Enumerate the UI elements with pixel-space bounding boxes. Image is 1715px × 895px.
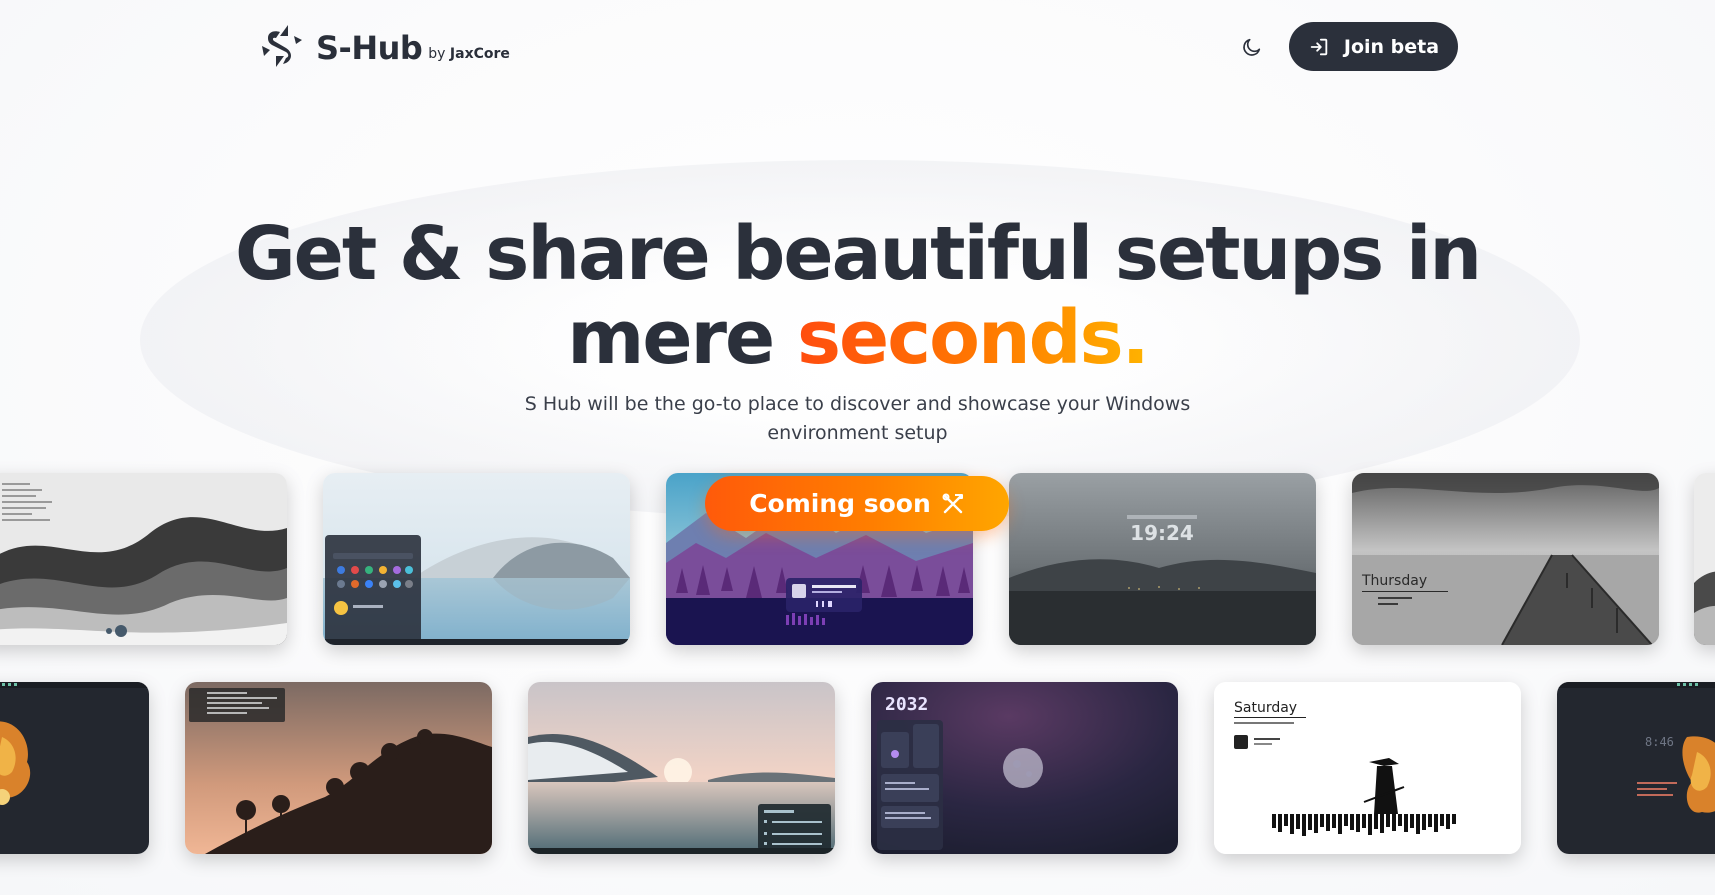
setup-card-foggy-clock[interactable]: 19:24 [1009, 473, 1316, 645]
theme-toggle-button[interactable] [1237, 32, 1267, 62]
setup-card-sunset-hill[interactable] [185, 682, 492, 854]
tools-icon [942, 493, 963, 513]
setup-thumbnail [323, 473, 630, 645]
setup-thumbnail: Saturday [1214, 682, 1521, 854]
pier-day-label: Thursday [1361, 573, 1427, 589]
samurai-day-label: Saturday [1234, 700, 1297, 716]
setup-thumbnail [528, 682, 835, 854]
setup-thumbnail: 19:24 [1009, 473, 1316, 645]
setup-card-edge-partial[interactable] [1694, 473, 1715, 645]
foggy-clock-time: 19:24 [1130, 521, 1194, 545]
brand-company: JaxCore [449, 46, 510, 62]
headline-line-2-plain: mere [567, 295, 797, 381]
setup-thumbnail [185, 682, 492, 854]
setup-card-waves[interactable] [0, 473, 287, 645]
setup-card-moon-dashboard[interactable]: 2032 [871, 682, 1178, 854]
brand-by-prefix: by [428, 46, 450, 62]
setup-thumbnail [0, 682, 149, 854]
brand-name: S-Hub [316, 29, 423, 67]
site-header: S-Hub by JaxCore Join beta [0, 0, 1715, 94]
setup-card-lake-start-menu[interactable] [323, 473, 630, 645]
setup-card-sunrise-lake[interactable] [528, 682, 835, 854]
setup-card-pier-thursday[interactable]: Thursday [1352, 473, 1659, 645]
dragon-clock: 8:46 [1645, 735, 1674, 749]
dashboard-clock: 2032 [885, 694, 928, 715]
landing-page: S-Hub by JaxCore Join beta Get & share b… [0, 0, 1715, 895]
coming-soon-label: Coming soon [749, 489, 931, 518]
setup-thumbnail [1694, 473, 1715, 645]
join-beta-label: Join beta [1343, 35, 1440, 58]
setup-card-samurai-saturday[interactable]: Saturday [1214, 682, 1521, 854]
join-beta-button[interactable]: Join beta [1289, 22, 1458, 71]
brand-logo-link[interactable]: S-Hub by JaxCore [258, 22, 510, 70]
setup-thumbnail: 2032 [871, 682, 1178, 854]
setup-card-dragon-left[interactable] [0, 682, 149, 854]
headline-line-1: Get & share beautiful setups in [234, 211, 1482, 297]
setup-card-dragon-right[interactable]: 8:46 [1557, 682, 1715, 854]
hero-headline: Get & share beautiful setups in mere sec… [0, 212, 1715, 380]
headline-accent: seconds. [797, 295, 1150, 381]
setup-thumbnail: Thursday [1352, 473, 1659, 645]
brand-by-line: by JaxCore [428, 46, 510, 70]
sign-in-icon [1310, 38, 1328, 55]
s-hub-logo-icon [262, 25, 302, 67]
setup-thumbnail: 8:46 [1557, 682, 1715, 854]
setup-thumbnail [0, 473, 287, 645]
coming-soon-badge: Coming soon [705, 476, 1009, 531]
moon-icon [1243, 38, 1261, 56]
hero-subline: S Hub will be the go-to place to discove… [524, 393, 1191, 444]
